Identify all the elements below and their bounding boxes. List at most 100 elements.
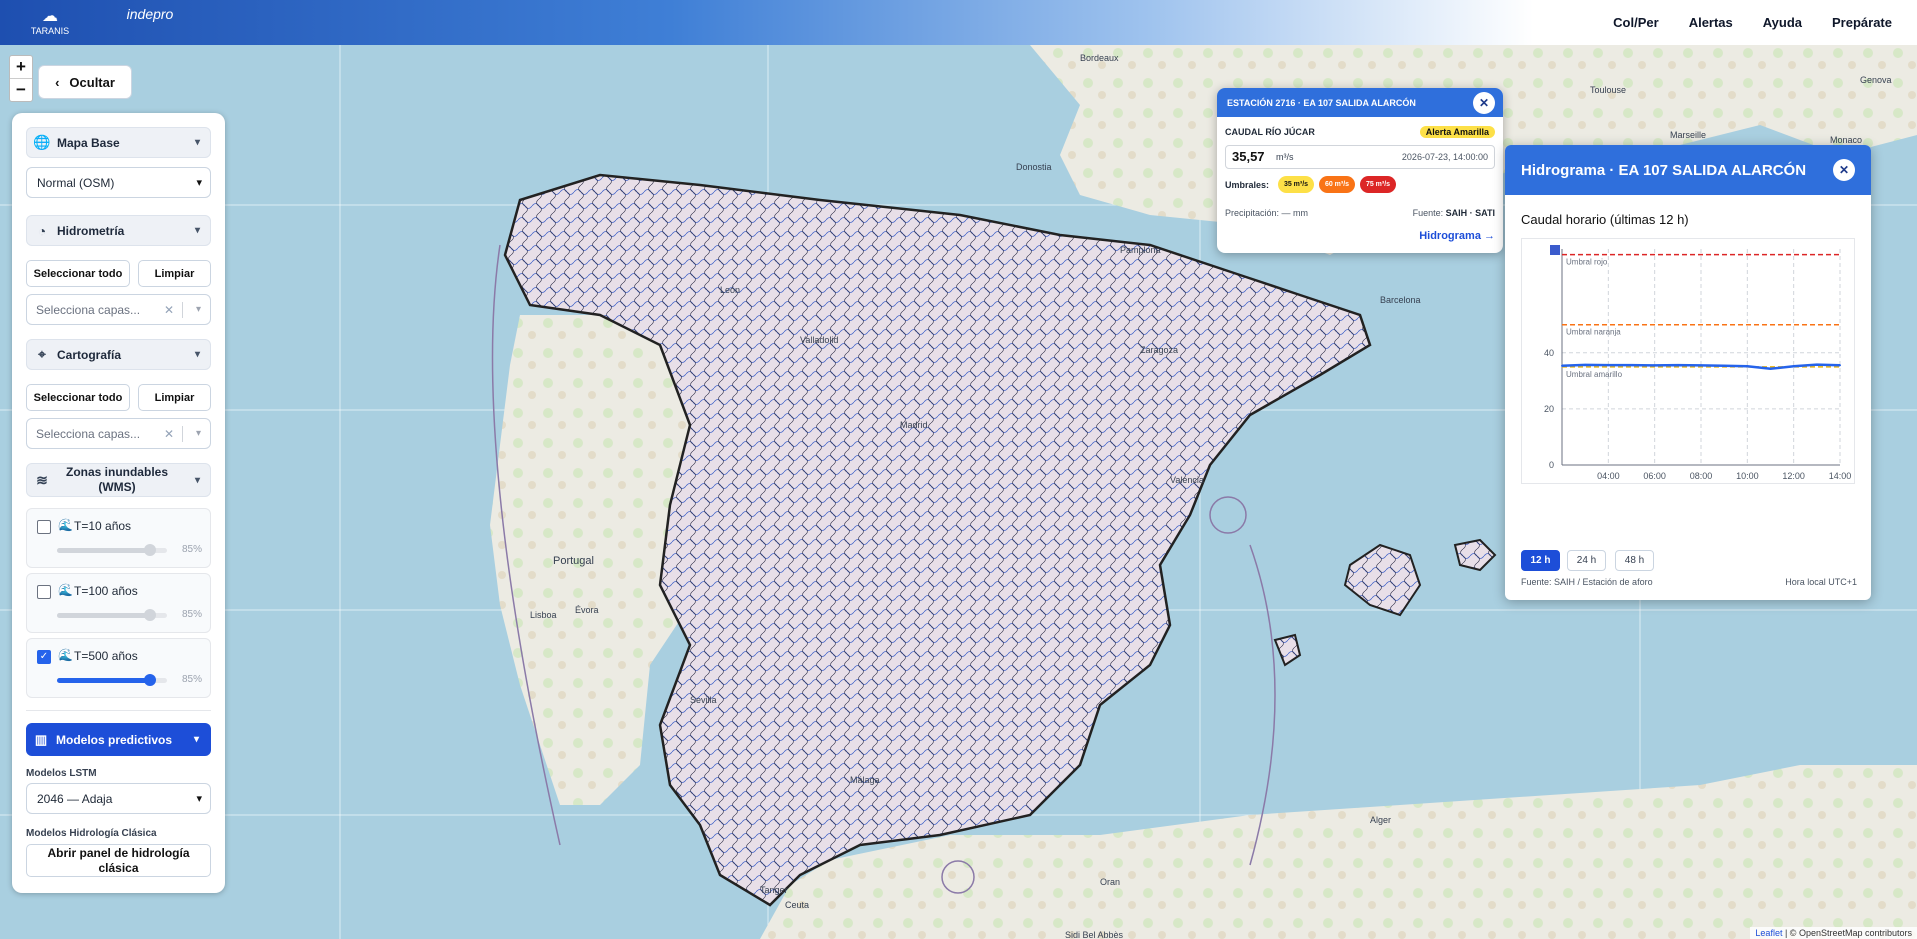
zoom-out-button[interactable]: − [10, 78, 32, 101]
t10-checkbox[interactable] [37, 520, 51, 534]
hide-panel-button[interactable]: ‹ Ocultar [38, 65, 132, 99]
flow-value: 35,57 [1232, 149, 1265, 164]
layer-label: T=500 años [74, 649, 138, 663]
opacity-value: 85% [181, 674, 202, 685]
station-popup: ESTACIÓN 2716 · EA 107 SALIDA ALARCÓN ✕ … [1217, 88, 1503, 253]
lstm-model-select[interactable]: 2046 — Adaja ▾ [26, 783, 211, 814]
t100-checkbox[interactable] [37, 585, 51, 599]
chart-timezone: Hora local UTC+1 [1785, 577, 1857, 587]
hydrometry-layers-input[interactable]: Selecciona capas... ✕ ▾ [26, 294, 211, 325]
map-label: Valladolid [800, 335, 839, 345]
range-48h-button[interactable]: 48 h [1615, 550, 1654, 571]
slider-handle[interactable] [144, 609, 156, 621]
threshold-yellow-chip: 35 m³/s [1278, 176, 1314, 193]
cartography-select-all-button[interactable]: Seleccionar todo [26, 384, 130, 411]
data-point [1746, 365, 1749, 368]
data-point [1607, 364, 1610, 367]
panel-title: Hidrograma · EA 107 SALIDA ALARCÓN [1521, 161, 1807, 179]
slider-fill [57, 613, 151, 618]
hydrograph-chart: 04:00 06:00 08:00 10:00 12:00 14:00 0 20 40 Umbra… [1521, 238, 1855, 484]
section-title: Mapa Base [57, 135, 120, 150]
chevron-down-icon: ▾ [194, 225, 200, 236]
base-map-section-toggle[interactable]: 🌐 Mapa Base ▾ [26, 127, 211, 158]
t10-opacity-slider[interactable] [57, 544, 167, 556]
panel-header: Hidrograma · EA 107 SALIDA ALARCÓN ✕ [1505, 145, 1871, 195]
x-tick-label: 08:00 [1690, 471, 1713, 481]
data-point [1792, 365, 1795, 368]
flood-layer-t500: ✓ 🌊 T=500 años 85% [26, 638, 211, 698]
y-tick-label: 20 [1544, 404, 1554, 414]
top-bar: ☁ TARANIS indepro Col/Per Alertas Ayuda … [0, 0, 1917, 45]
threshold-label: Umbral rojo [1566, 258, 1608, 267]
popup-header: ESTACIÓN 2716 · EA 107 SALIDA ALARCÓN ✕ [1217, 88, 1503, 117]
x-tick-label: 06:00 [1643, 471, 1666, 481]
hydrograph-link[interactable]: Hidrograma → [1419, 230, 1495, 242]
popup-title: ESTACIÓN 2716 · EA 107 SALIDA ALARCÓN [1227, 97, 1416, 108]
nav-alertas[interactable]: Alertas [1674, 15, 1748, 30]
map-label: Barcelona [1380, 295, 1421, 305]
layer-label: T=100 años [74, 584, 138, 598]
predictive-models-toggle[interactable]: ▥ Modelos predictivos ▾ [26, 723, 211, 756]
x-tick-label: 12:00 [1782, 471, 1805, 481]
close-icon[interactable]: ✕ [1473, 92, 1495, 114]
taranis-logo[interactable]: ☁ TARANIS [30, 6, 70, 36]
cloud-icon: ☁ [42, 8, 58, 25]
slider-handle[interactable] [144, 544, 156, 556]
map-label: Alger [1370, 815, 1392, 825]
chevron-down-icon: ▾ [194, 137, 200, 148]
wave-icon: 🌊 [58, 583, 73, 597]
opacity-value: 85% [181, 544, 202, 555]
flood-zones-section-toggle[interactable]: ≋ Zonas inundables (WMS) ▾ [26, 463, 211, 497]
range-12h-button[interactable]: 12 h [1521, 550, 1560, 571]
hydrometry-select-all-button[interactable]: Seleccionar todo [26, 260, 130, 287]
source: Fuente: SAIH · SATI [1413, 208, 1495, 218]
cartography-layers-input[interactable]: Selecciona capas... ✕ ▾ [26, 418, 211, 449]
chevron-down-icon: ▾ [194, 474, 200, 486]
map-label: Portugal [553, 555, 594, 567]
section-title: Cartografía [57, 347, 122, 362]
leaflet-link[interactable]: Leaflet [1755, 928, 1782, 938]
cartography-clear-button[interactable]: Limpiar [138, 384, 211, 411]
attribution-text: | © OpenStreetMap contributors [1784, 928, 1912, 938]
chevron-left-icon: ‹ [55, 74, 60, 90]
slider-handle[interactable] [144, 674, 156, 686]
zoom-in-button[interactable]: + [10, 56, 32, 78]
base-map-select[interactable]: Normal (OSM) ▾ [26, 167, 211, 198]
range-24h-button[interactable]: 24 h [1567, 550, 1606, 571]
nav-ayuda[interactable]: Ayuda [1748, 15, 1817, 30]
precipitation: Precipitación: — mm [1225, 208, 1309, 218]
open-classic-hydrology-button[interactable]: Abrir panel de hidrología clásica [26, 844, 211, 877]
measure-label: CAUDAL RÍO JÚCAR [1225, 127, 1315, 137]
close-icon[interactable]: ✕ [1833, 159, 1855, 181]
indepro-logo[interactable]: indepro [115, 6, 185, 22]
data-point [1723, 364, 1726, 367]
cartography-section-toggle[interactable]: ⌖ Cartografía ▾ [26, 339, 211, 370]
wave-icon: 🌊 [58, 518, 73, 532]
nav-colper[interactable]: Col/Per [1598, 15, 1674, 30]
wave-icon: 🌊 [58, 648, 73, 662]
threshold-label: Umbral naranja [1566, 328, 1621, 337]
chevron-down-icon[interactable]: ▾ [196, 428, 201, 439]
clear-icon[interactable]: ✕ [164, 303, 174, 317]
source-label: Fuente: [1412, 208, 1444, 218]
x-tick-label: 14:00 [1829, 471, 1852, 481]
nav-preparate[interactable]: Prepárate [1817, 15, 1907, 30]
t500-checkbox[interactable]: ✓ [37, 650, 51, 664]
divider [182, 426, 183, 442]
data-point [1676, 364, 1679, 367]
thresholds-label: Umbrales: [1225, 180, 1270, 190]
logo-text: TARANIS [30, 26, 70, 36]
hydrometry-section-toggle[interactable]: ◔ Hidrometría ▾ [26, 215, 211, 246]
chevron-down-icon: ▾ [194, 349, 200, 360]
hydrometry-clear-button[interactable]: Limpiar [138, 260, 211, 287]
clear-icon[interactable]: ✕ [164, 427, 174, 441]
t500-opacity-slider[interactable] [57, 674, 167, 686]
chart-subtitle: Caudal horario (últimas 12 h) [1521, 212, 1689, 227]
t100-opacity-slider[interactable] [57, 609, 167, 621]
chevron-down-icon[interactable]: ▾ [196, 304, 201, 315]
select-value: 2046 — Adaja [37, 791, 113, 806]
map-attribution: Leaflet | © OpenStreetMap contributors [1750, 927, 1917, 939]
data-point [1815, 363, 1818, 366]
title-line: (WMS) [98, 480, 136, 494]
map-label: Toulouse [1590, 85, 1627, 95]
